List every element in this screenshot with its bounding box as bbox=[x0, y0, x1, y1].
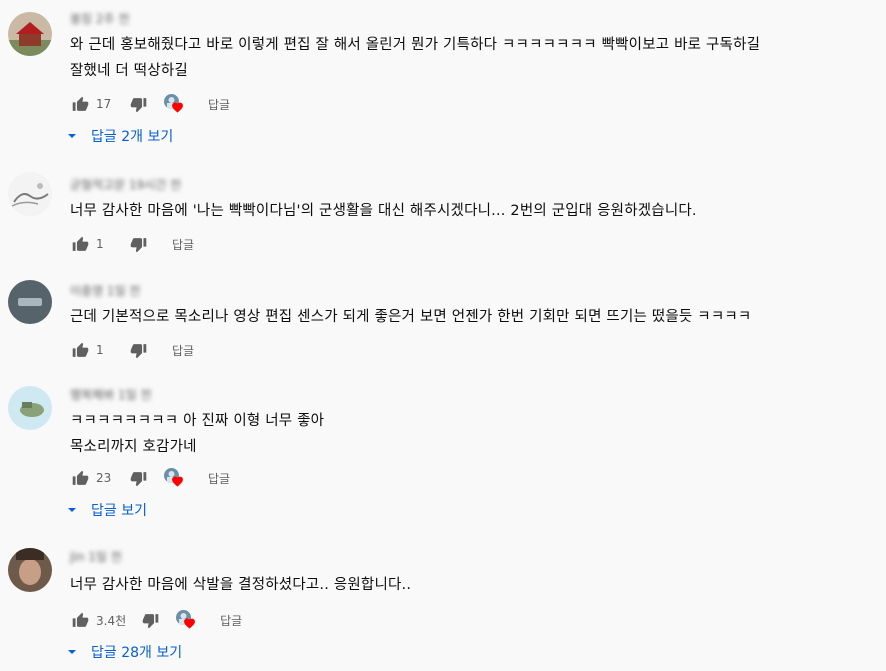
avatar[interactable] bbox=[8, 386, 52, 430]
comment-text: 너무 감사한 마음에 삭발을 결정하셨다고.. 응원합니다.. bbox=[70, 572, 866, 598]
like-count: 17 bbox=[96, 97, 112, 111]
thumb-down-icon[interactable] bbox=[140, 610, 160, 630]
reply-button[interactable]: 답글 bbox=[208, 470, 230, 487]
caret-down-icon bbox=[68, 134, 76, 138]
thumb-up-icon[interactable] bbox=[70, 468, 90, 488]
comment-actions: 1 답글 bbox=[70, 338, 194, 362]
reply-button[interactable]: 답글 bbox=[220, 612, 242, 629]
like-count: 1 bbox=[96, 237, 104, 251]
avatar[interactable] bbox=[8, 280, 52, 324]
view-replies-button[interactable]: 답글 28개 보기 bbox=[66, 641, 182, 663]
creator-heart-icon bbox=[164, 468, 184, 488]
comment-line: ㅋㅋㅋㅋㅋㅋㅋㅋ 아 진짜 이형 너무 좋아 bbox=[70, 413, 325, 429]
comment-line: 잘했네 더 떡상하길 bbox=[70, 63, 188, 79]
avatar[interactable] bbox=[8, 172, 52, 216]
comment-line: 목소리까지 호감가네 bbox=[70, 439, 197, 455]
thumb-down-icon[interactable] bbox=[128, 340, 148, 360]
reply-button[interactable]: 답글 bbox=[208, 96, 230, 113]
comment-line: 너무 감사한 마음에 '나는 빡빡이다님'의 군생활을 대신 해주시겠다니...… bbox=[70, 203, 697, 219]
thumb-up-icon[interactable] bbox=[70, 94, 90, 114]
view-replies-label: 답글 2개 보기 bbox=[91, 129, 174, 145]
comment-line: 와 근데 홍보해줬다고 바로 이렇게 편집 잘 해서 올린거 뭔가 기특하다 ㅋ… bbox=[70, 37, 761, 53]
like-count: 1 bbox=[96, 343, 104, 357]
creator-heart-icon bbox=[164, 94, 184, 114]
comment-author[interactable]: 봉칭 2주 전 bbox=[70, 10, 129, 26]
view-replies-label: 답글 28개 보기 bbox=[91, 645, 183, 661]
comment-text: 와 근데 홍보해줬다고 바로 이렇게 편집 잘 해서 올린거 뭔가 기특하다 ㅋ… bbox=[70, 32, 866, 84]
thumb-down-icon[interactable] bbox=[128, 234, 148, 254]
thumb-up-icon[interactable] bbox=[70, 234, 90, 254]
like-count: 23 bbox=[96, 471, 112, 485]
thumb-up-icon[interactable] bbox=[70, 610, 90, 630]
caret-down-icon bbox=[68, 508, 76, 512]
comment-author[interactable]: 행복해봐 1일 전 bbox=[70, 386, 152, 402]
avatar[interactable] bbox=[8, 12, 52, 56]
reply-button[interactable]: 답글 bbox=[172, 236, 194, 253]
comment-author[interactable]: 이충영 1일 전 bbox=[70, 282, 140, 298]
avatar[interactable] bbox=[8, 548, 52, 592]
creator-heart-icon bbox=[176, 610, 196, 630]
caret-down-icon bbox=[68, 650, 76, 654]
comment-line: 너무 감사한 마음에 삭발을 결정하셨다고.. 응원합니다.. bbox=[70, 577, 412, 593]
comment-author[interactable]: 균형적고문 19시간 전 bbox=[70, 176, 181, 192]
like-count: 3.4천 bbox=[96, 613, 127, 628]
comment-actions: 3.4천 답글 bbox=[70, 608, 242, 632]
comment-line: 근데 기본적으로 목소리나 영상 편집 센스가 되게 좋은거 보면 언젠가 한번… bbox=[70, 309, 752, 325]
view-replies-button[interactable]: 답글 2개 보기 bbox=[66, 125, 173, 147]
comment-text: ㅋㅋㅋㅋㅋㅋㅋㅋ 아 진짜 이형 너무 좋아 목소리까지 호감가네 bbox=[70, 408, 866, 460]
comment-actions: 17 답글 bbox=[70, 92, 230, 116]
comment-text: 근데 기본적으로 목소리나 영상 편집 센스가 되게 좋은거 보면 언젠가 한번… bbox=[70, 304, 866, 330]
reply-button[interactable]: 답글 bbox=[172, 342, 194, 359]
thumb-down-icon[interactable] bbox=[128, 94, 148, 114]
thumb-up-icon[interactable] bbox=[70, 340, 90, 360]
thumb-down-icon[interactable] bbox=[128, 468, 148, 488]
comment-actions: 1 답글 bbox=[70, 232, 194, 256]
view-replies-button[interactable]: 답글 보기 bbox=[66, 499, 147, 521]
comment-text: 너무 감사한 마음에 '나는 빡빡이다님'의 군생활을 대신 해주시겠다니...… bbox=[70, 198, 866, 224]
comment-author[interactable]: Jin 1일 전 bbox=[70, 548, 122, 564]
view-replies-label: 답글 보기 bbox=[91, 503, 147, 519]
comment-actions: 23 답글 bbox=[70, 466, 230, 490]
